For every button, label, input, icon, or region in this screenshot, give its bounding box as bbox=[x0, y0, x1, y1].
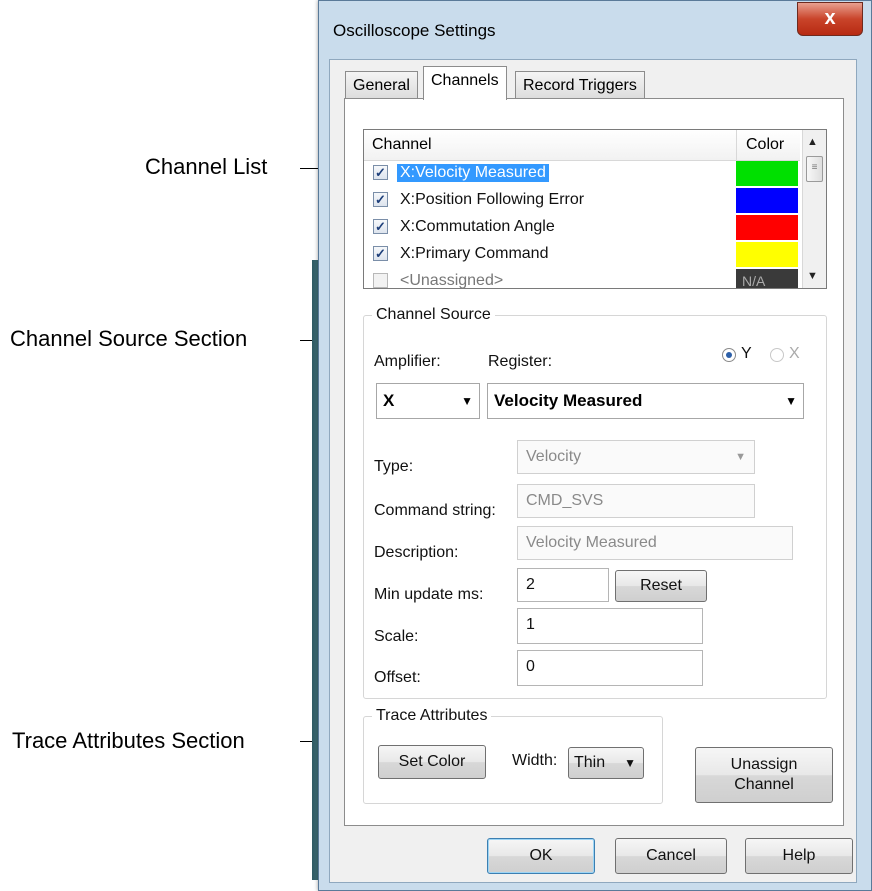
channel-list[interactable]: Channel Color ✓ X:Velocity Measured ✓ X:… bbox=[363, 129, 827, 289]
unassign-label-line1: Unassign bbox=[730, 756, 798, 773]
width-select[interactable]: Thin ▼ bbox=[568, 747, 644, 779]
window-title: Oscilloscope Settings bbox=[333, 21, 496, 40]
scroll-thumb[interactable]: ≡ bbox=[806, 156, 823, 182]
column-divider bbox=[736, 130, 737, 160]
annotation-channel-list: Channel List bbox=[145, 154, 268, 179]
column-header-channel[interactable]: Channel bbox=[372, 136, 432, 154]
radio-x-label: X bbox=[789, 345, 800, 362]
close-button[interactable]: x bbox=[797, 2, 863, 36]
chevron-down-icon: ▼ bbox=[735, 451, 746, 463]
title-bar[interactable]: Oscilloscope Settings x bbox=[319, 1, 871, 59]
unassign-label-line2: Channel bbox=[734, 776, 794, 793]
scale-label: Scale: bbox=[374, 628, 419, 645]
offset-value: 0 bbox=[526, 658, 535, 675]
reset-button[interactable]: Reset bbox=[615, 570, 707, 602]
type-label: Type: bbox=[374, 458, 414, 475]
tab-record-triggers[interactable]: Record Triggers bbox=[515, 71, 645, 99]
command-string-field: CMD_SVS bbox=[517, 484, 755, 518]
scroll-down-icon[interactable]: ▼ bbox=[807, 270, 818, 282]
channel-row[interactable]: ✓ X:Commutation Angle bbox=[364, 214, 800, 241]
channel-name: <Unassigned> bbox=[400, 272, 504, 289]
tab-channels[interactable]: Channels bbox=[423, 66, 507, 100]
ok-button[interactable]: OK bbox=[487, 838, 595, 874]
channel-name: X:Commutation Angle bbox=[400, 218, 555, 235]
channel-color-swatch[interactable] bbox=[736, 188, 798, 213]
column-header-color[interactable]: Color bbox=[746, 136, 784, 154]
channel-color-swatch[interactable] bbox=[736, 161, 798, 186]
radio-x[interactable] bbox=[770, 348, 784, 362]
chevron-down-icon: ▼ bbox=[785, 394, 797, 408]
scroll-up-icon[interactable]: ▲ bbox=[807, 136, 818, 148]
channel-source-group: Channel Source Amplifier: Register: Y X … bbox=[363, 306, 827, 699]
oscilloscope-settings-dialog: Oscilloscope Settings x General Channels… bbox=[318, 0, 872, 891]
scale-field[interactable]: 1 bbox=[517, 608, 703, 644]
annotation-channel-source: Channel Source Section bbox=[10, 326, 248, 351]
trace-attributes-group: Trace Attributes Set Color Width: Thin ▼ bbox=[363, 707, 663, 804]
channel-checkbox[interactable]: ✓ bbox=[373, 219, 388, 234]
min-update-field[interactable]: 2 bbox=[517, 568, 609, 602]
amplifier-value: X bbox=[383, 391, 395, 410]
register-select[interactable]: Velocity Measured ▼ bbox=[487, 383, 804, 419]
description-value: Velocity Measured bbox=[526, 534, 657, 551]
amplifier-select[interactable]: X ▼ bbox=[376, 383, 480, 419]
unassign-channel-button[interactable]: Unassign Channel bbox=[695, 747, 833, 803]
width-value: Thin bbox=[574, 754, 606, 771]
offset-field[interactable]: 0 bbox=[517, 650, 703, 686]
channel-name: X:Position Following Error bbox=[400, 191, 585, 208]
min-update-value: 2 bbox=[526, 576, 535, 593]
group-label: Trace Attributes bbox=[372, 707, 492, 725]
command-string-label: Command string: bbox=[374, 502, 496, 519]
channel-name: X:Velocity Measured bbox=[397, 164, 549, 182]
channel-row[interactable]: ✓ X:Primary Command bbox=[364, 241, 800, 268]
cancel-button[interactable]: Cancel bbox=[615, 838, 727, 874]
register-label: Register: bbox=[488, 353, 553, 370]
command-string-value: CMD_SVS bbox=[526, 492, 604, 509]
offset-label: Offset: bbox=[374, 669, 421, 686]
chevron-down-icon: ▼ bbox=[461, 394, 473, 408]
channel-row[interactable]: ✓ X:Position Following Error bbox=[364, 187, 800, 214]
register-value: Velocity Measured bbox=[494, 391, 643, 410]
width-label: Width: bbox=[512, 752, 558, 769]
channel-checkbox[interactable]: ✓ bbox=[373, 165, 388, 180]
channel-row[interactable]: ✓ X:Velocity Measured bbox=[364, 160, 800, 187]
description-label: Description: bbox=[374, 544, 459, 561]
scale-value: 1 bbox=[526, 616, 535, 633]
channel-name: X:Primary Command bbox=[400, 245, 549, 262]
channel-list-header: Channel Color bbox=[364, 130, 800, 161]
chevron-down-icon: ▼ bbox=[624, 756, 636, 770]
amplifier-label: Amplifier: bbox=[374, 353, 441, 370]
radio-y[interactable] bbox=[722, 348, 736, 362]
channel-checkbox[interactable]: ✓ bbox=[373, 192, 388, 207]
channels-tab-panel: Channel Color ✓ X:Velocity Measured ✓ X:… bbox=[344, 98, 844, 826]
radio-y-label: Y bbox=[741, 345, 752, 362]
channel-color-swatch[interactable] bbox=[736, 242, 798, 267]
channel-checkbox[interactable]: ✓ bbox=[373, 273, 388, 288]
channel-list-scrollbar[interactable]: ▲ ≡ ▼ bbox=[802, 130, 826, 288]
channel-color-swatch[interactable] bbox=[736, 215, 798, 240]
close-icon: x bbox=[824, 7, 836, 29]
type-value: Velocity bbox=[526, 448, 582, 465]
min-update-label: Min update ms: bbox=[374, 586, 484, 603]
annotation-trace-attributes: Trace Attributes Section bbox=[12, 728, 245, 753]
channel-checkbox[interactable]: ✓ bbox=[373, 246, 388, 261]
group-label: Channel Source bbox=[372, 306, 495, 324]
help-button[interactable]: Help bbox=[745, 838, 853, 874]
tab-general[interactable]: General bbox=[345, 71, 418, 99]
channel-color-swatch[interactable]: N/A bbox=[736, 269, 798, 288]
type-select: Velocity ▼ bbox=[517, 440, 755, 474]
description-field: Velocity Measured bbox=[517, 526, 793, 560]
channel-row[interactable]: ✓ <Unassigned> N/A bbox=[364, 268, 800, 289]
dialog-client-area: General Channels Record Triggers Channel… bbox=[329, 59, 857, 883]
set-color-button[interactable]: Set Color bbox=[378, 745, 486, 779]
